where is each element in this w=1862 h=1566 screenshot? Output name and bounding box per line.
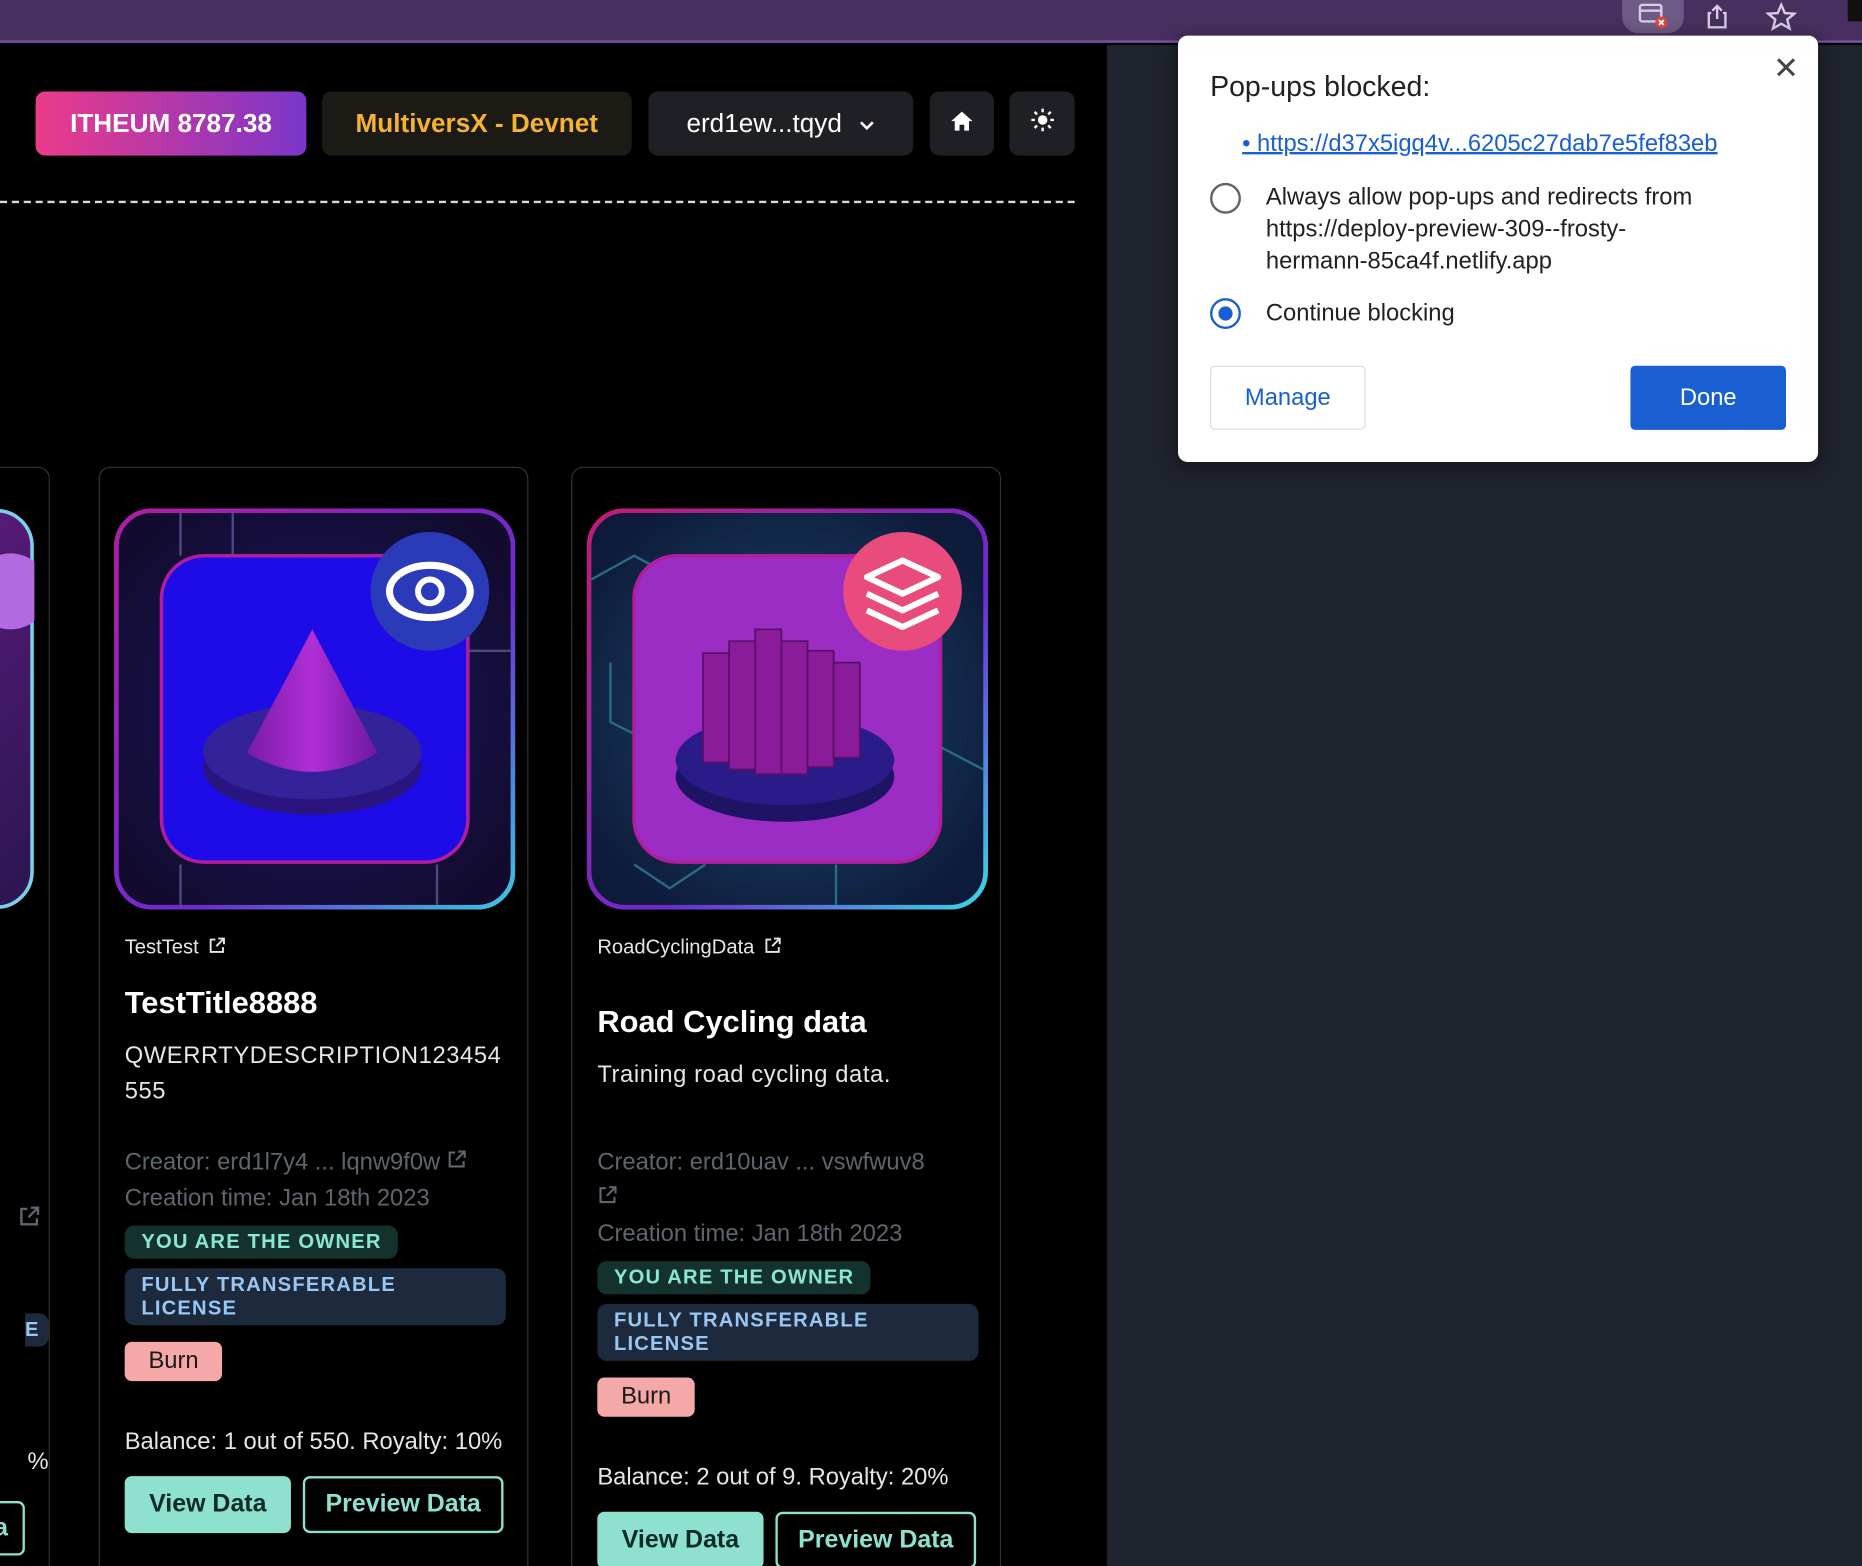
external-link-icon bbox=[208, 935, 227, 960]
wallet-address: erd1ew...tqyd bbox=[686, 108, 842, 138]
burn-button[interactable]: Burn bbox=[597, 1377, 695, 1417]
owner-badge: YOU ARE THE OWNER bbox=[124, 1225, 399, 1259]
creator-row: Creator: erd1l7y4 ... lqnw9f0w bbox=[125, 1145, 506, 1181]
home-button[interactable] bbox=[929, 91, 994, 156]
always-allow-site-line: https://deploy-preview-309--frosty- bbox=[1265, 216, 1627, 243]
external-link-icon[interactable] bbox=[18, 1204, 49, 1228]
network-badge[interactable]: MultiversX - Devnet bbox=[321, 91, 632, 156]
home-icon bbox=[950, 108, 974, 139]
card-actions: View Data Preview Data bbox=[597, 1511, 978, 1566]
nft-image bbox=[586, 508, 988, 910]
radio-always-allow[interactable] bbox=[1210, 182, 1241, 214]
owner-badge: YOU ARE THE OWNER bbox=[597, 1261, 871, 1295]
nft-card: TestTest TestTitle8888 QWERRTYDESCRIPTIO… bbox=[98, 466, 529, 1566]
popups-blocked-dialog: Pop-ups blocked: ✕ • https://d37x5igq4v.… bbox=[1178, 35, 1819, 462]
external-link-icon[interactable] bbox=[447, 1150, 468, 1176]
burn-button[interactable]: Burn bbox=[124, 1341, 223, 1382]
continue-blocking-label[interactable]: Continue blocking bbox=[1266, 298, 1455, 330]
view-data-button[interactable]: View Data bbox=[597, 1511, 764, 1566]
blocked-popup-link[interactable]: • https://d37x5igq4v...6205c27dab7e5fef8… bbox=[1242, 131, 1717, 158]
creation-time: Creation time: Jan 18th 2023 bbox=[124, 1185, 430, 1212]
manage-button[interactable]: Manage bbox=[1210, 365, 1366, 430]
creator-text: Creator: erd1l7y4 ... lqnw9f0w bbox=[124, 1149, 441, 1176]
token-name: TestTest bbox=[124, 935, 199, 959]
done-button[interactable]: Done bbox=[1630, 365, 1786, 430]
always-allow-site-line: hermann-85ca4f.netlify.app bbox=[1265, 248, 1552, 275]
blocked-popup-url: https://d37x5igq4v...6205c27dab7e5fef83e… bbox=[1257, 130, 1718, 157]
token-name-link[interactable]: RoadCyclingData bbox=[597, 933, 978, 962]
nft-card: RoadCyclingData Road Cycling data Traini… bbox=[571, 466, 1002, 1566]
nft-description: QWERRTYDESCRIPTION123454555 bbox=[124, 1042, 502, 1105]
share-icon[interactable] bbox=[1698, 0, 1736, 33]
always-allow-line: Always allow pop-ups and redirects from bbox=[1265, 184, 1693, 211]
creation-time: Creation time: Jan 18th 2023 bbox=[597, 1220, 903, 1247]
balance-partial: % bbox=[27, 1448, 49, 1475]
app-main: ITHEUM 8787.38 MultiversX - Devnet erd1e… bbox=[0, 45, 1107, 1566]
token-name: RoadCyclingData bbox=[597, 935, 755, 959]
nft-card-info: TestTest TestTitle8888 QWERRTYDESCRIPTIO… bbox=[124, 933, 506, 1534]
creator-row: Creator: erd10uav ... vswfwuv8 bbox=[597, 1145, 978, 1181]
theme-toggle-button[interactable] bbox=[1009, 91, 1075, 156]
external-link-icon[interactable] bbox=[597, 1185, 618, 1211]
license-badge: FULLY TRANSFERABLE LICENSE bbox=[124, 1268, 506, 1326]
wallet-menu-button[interactable]: erd1ew...tqyd bbox=[648, 91, 914, 156]
nft-description: Training road cycling data. bbox=[597, 1061, 892, 1088]
creator-text: Creator: erd10uav ... vswfwuv8 bbox=[597, 1149, 925, 1176]
dialog-title: Pop-ups blocked: bbox=[1210, 71, 1431, 104]
close-icon[interactable]: ✕ bbox=[1773, 50, 1799, 87]
external-link-row bbox=[597, 1180, 978, 1216]
popup-blocked-icon[interactable] bbox=[1622, 0, 1684, 34]
nft-image bbox=[114, 508, 516, 910]
preview-button-partial[interactable]: a bbox=[0, 1501, 25, 1556]
itheum-balance-badge[interactable]: ITHEUM 8787.38 bbox=[35, 91, 307, 156]
license-badge-partial: E bbox=[24, 1313, 49, 1347]
chevron-down-icon bbox=[858, 108, 875, 139]
nft-card-partial: E % a bbox=[0, 466, 50, 1566]
nft-image-partial bbox=[0, 508, 35, 909]
sun-icon bbox=[1030, 108, 1054, 139]
extension-icon[interactable] bbox=[1847, 0, 1862, 22]
preview-data-button[interactable]: Preview Data bbox=[775, 1511, 977, 1566]
external-link-icon bbox=[764, 935, 783, 960]
bookmark-star-icon[interactable] bbox=[1762, 0, 1800, 33]
nft-card-info: RoadCyclingData Road Cycling data Traini… bbox=[597, 933, 979, 1566]
balance-royalty: Balance: 1 out of 550. Royalty: 10% bbox=[124, 1428, 503, 1455]
browser-window: ITHEUM 8787.38 MultiversX - Devnet erd1e… bbox=[0, 0, 1862, 1566]
view-data-button[interactable]: View Data bbox=[124, 1476, 291, 1534]
radio-continue-blocking[interactable] bbox=[1210, 298, 1241, 329]
token-name-link[interactable]: TestTest bbox=[125, 933, 506, 962]
card-actions: View Data Preview Data bbox=[124, 1476, 506, 1534]
license-badge: FULLY TRANSFERABLE LICENSE bbox=[597, 1303, 979, 1361]
preview-data-button[interactable]: Preview Data bbox=[302, 1476, 504, 1534]
always-allow-label[interactable]: Always allow pop-ups and redirects from … bbox=[1266, 182, 1692, 278]
nft-title: Road Cycling data bbox=[597, 1003, 867, 1040]
balance-royalty: Balance: 2 out of 9. Royalty: 20% bbox=[597, 1464, 949, 1491]
header-divider bbox=[0, 200, 1075, 204]
nft-title: TestTitle8888 bbox=[124, 984, 318, 1021]
